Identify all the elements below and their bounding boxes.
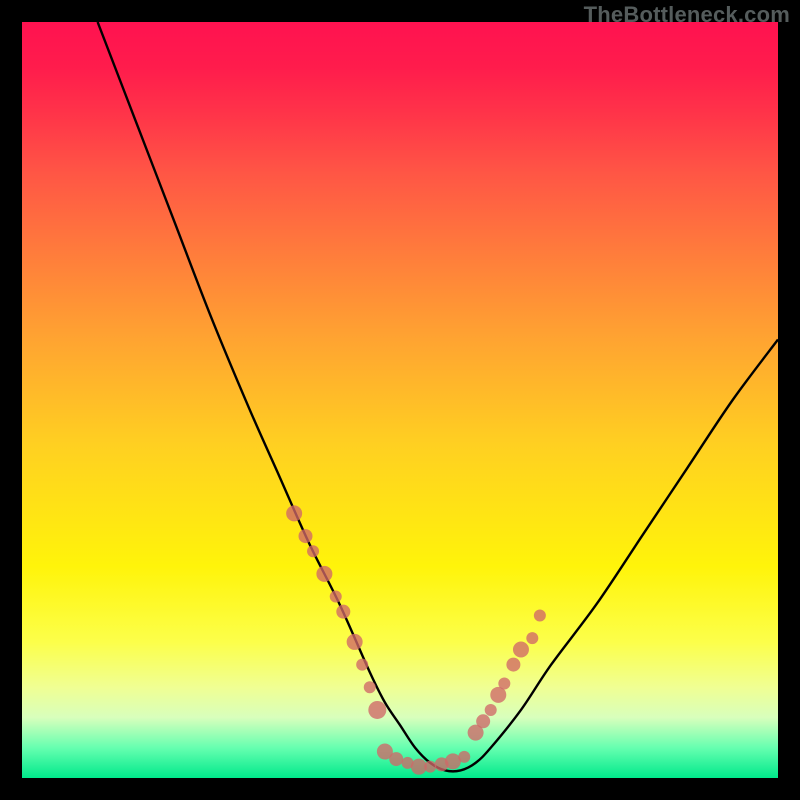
- data-marker: [368, 701, 386, 719]
- data-marker: [356, 659, 368, 671]
- data-marker: [485, 704, 497, 716]
- data-marker: [506, 658, 520, 672]
- data-marker: [498, 678, 510, 690]
- data-marker: [336, 605, 350, 619]
- marker-cluster-bottom: [377, 744, 470, 775]
- data-marker: [364, 681, 376, 693]
- data-marker: [534, 609, 546, 621]
- chart-svg: [22, 22, 778, 778]
- bottleneck-curve: [98, 22, 778, 771]
- data-marker: [526, 632, 538, 644]
- chart-gradient-area: [22, 22, 778, 778]
- data-marker: [316, 566, 332, 582]
- data-marker: [286, 505, 302, 521]
- data-marker: [307, 545, 319, 557]
- marker-cluster-right: [468, 609, 546, 740]
- watermark-text: TheBottleneck.com: [584, 2, 790, 28]
- data-marker: [513, 641, 529, 657]
- data-marker: [458, 751, 470, 763]
- data-marker: [424, 761, 436, 773]
- data-marker: [299, 529, 313, 543]
- data-marker: [330, 591, 342, 603]
- marker-cluster-left: [286, 505, 386, 719]
- data-marker: [347, 634, 363, 650]
- data-marker: [389, 752, 403, 766]
- data-marker: [476, 714, 490, 728]
